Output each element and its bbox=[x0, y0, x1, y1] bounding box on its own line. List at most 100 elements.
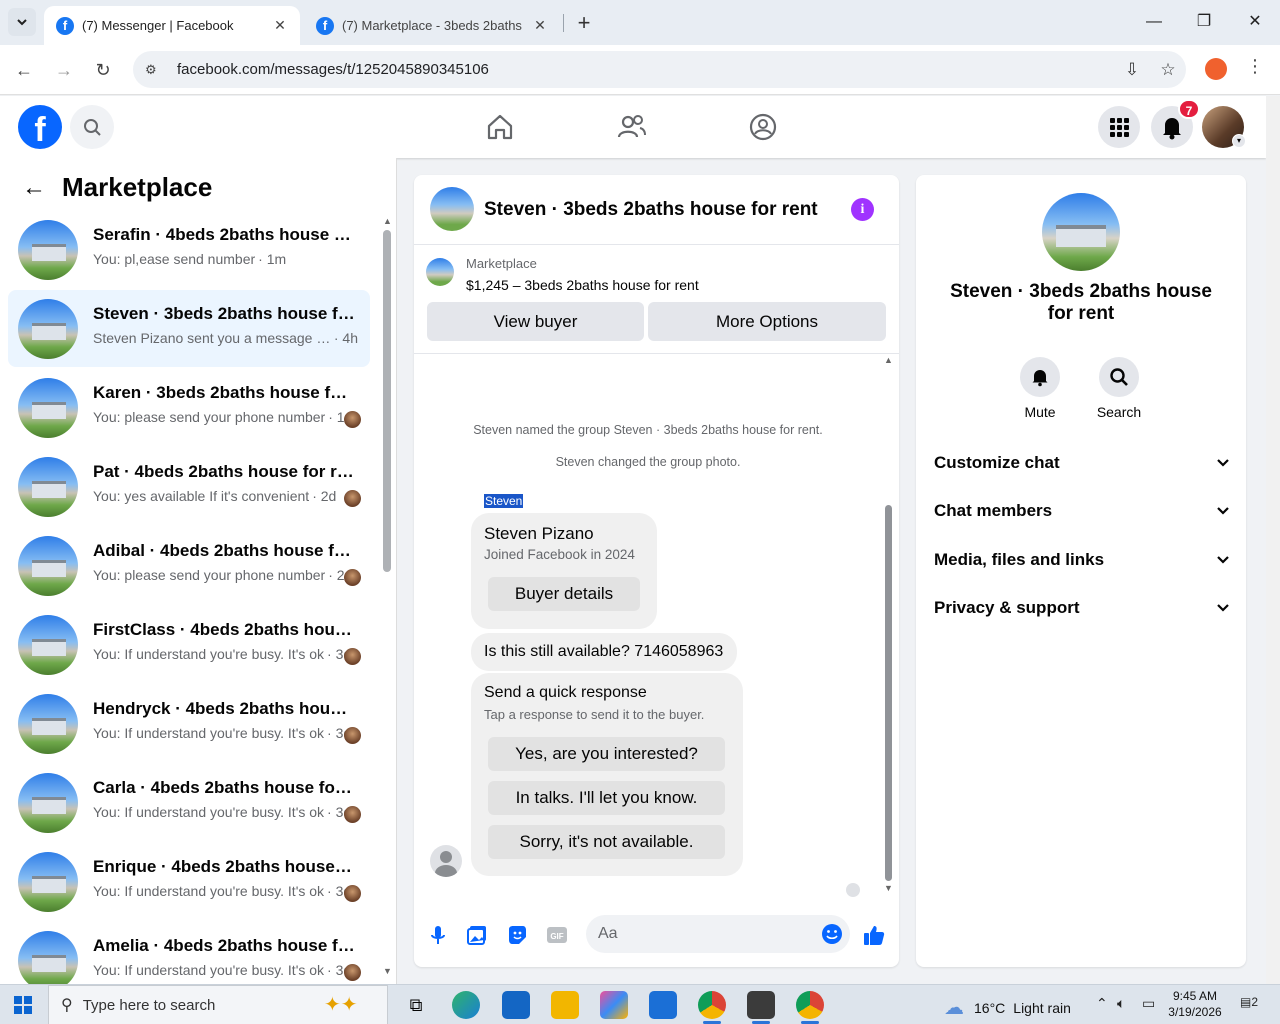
sender-avatar[interactable] bbox=[430, 845, 462, 877]
chrome-icon[interactable] bbox=[698, 991, 726, 1019]
message-input[interactable] bbox=[598, 915, 798, 953]
quick-response-title: Send a quick response bbox=[484, 684, 647, 701]
emoji-icon bbox=[822, 924, 842, 944]
clock-date: 3/19/2026 bbox=[1168, 1005, 1222, 1019]
edge-icon[interactable] bbox=[452, 991, 480, 1019]
customize-chat-section[interactable]: Customize chat bbox=[934, 445, 1230, 481]
store-icon[interactable] bbox=[649, 991, 677, 1019]
sidebar-scrollbar[interactable]: ▲ ▼ bbox=[383, 216, 392, 978]
sticky-notes-icon[interactable] bbox=[747, 991, 775, 1019]
listing-thumbnail[interactable] bbox=[426, 258, 454, 286]
tab-close-icon[interactable]: ✕ bbox=[532, 17, 548, 34]
listing-price-title[interactable]: $1,245 – 3beds 2baths house for rent bbox=[466, 277, 699, 293]
groups-nav-button[interactable] bbox=[742, 106, 784, 148]
mute-action[interactable]: Mute bbox=[1010, 357, 1070, 420]
minimize-button[interactable]: — bbox=[1131, 8, 1177, 36]
system-clock[interactable]: 9:45 AM 3/19/2026 bbox=[1160, 988, 1230, 1020]
page-scrollbar[interactable] bbox=[1266, 96, 1280, 984]
gif-button[interactable]: GIF bbox=[545, 923, 569, 947]
tab-search-button[interactable] bbox=[8, 8, 36, 36]
view-buyer-button[interactable]: View buyer bbox=[427, 302, 644, 341]
tab-messenger[interactable]: f (7) Messenger | Facebook ✕ bbox=[44, 6, 300, 45]
install-app-icon[interactable]: ⇩ bbox=[1114, 60, 1150, 80]
menu-grid-button[interactable] bbox=[1098, 106, 1140, 148]
privacy-support-section[interactable]: Privacy & support bbox=[934, 590, 1230, 626]
chat-scroll-thumb[interactable] bbox=[885, 505, 892, 881]
tab-title: (7) Messenger | Facebook bbox=[82, 18, 234, 33]
chat-members-section[interactable]: Chat members bbox=[934, 493, 1230, 529]
new-tab-button[interactable]: + bbox=[572, 10, 596, 36]
conversation-preview: You: please send your phone number · 1d bbox=[93, 409, 358, 425]
like-button[interactable] bbox=[862, 923, 886, 947]
more-options-button[interactable]: More Options bbox=[648, 302, 886, 341]
tab-marketplace[interactable]: f (7) Marketplace - 3beds 2baths ✕ bbox=[304, 6, 560, 45]
home-nav-button[interactable] bbox=[479, 106, 521, 148]
message-bubble[interactable]: Is this still available? 7146058963 bbox=[471, 633, 737, 671]
facebook-search-button[interactable] bbox=[70, 105, 114, 149]
buyer-details-button[interactable]: Buyer details bbox=[488, 577, 640, 611]
task-view-icon[interactable]: ⧉ bbox=[402, 991, 430, 1019]
omnibox[interactable]: ⚙ facebook.com/messages/t/12520458903451… bbox=[133, 51, 1186, 88]
conversation-item[interactable]: FirstClass · 4beds 2baths house for rent… bbox=[8, 606, 370, 683]
sidebar-scroll-thumb[interactable] bbox=[383, 230, 391, 572]
conversation-item[interactable]: Enrique · 4beds 2baths house for rent You… bbox=[8, 843, 370, 920]
search-action[interactable]: Search bbox=[1089, 357, 1149, 420]
start-button[interactable] bbox=[14, 996, 32, 1014]
back-button[interactable]: ← bbox=[10, 56, 38, 84]
conversation-item[interactable]: Steven · 3beds 2baths house for rent Stev… bbox=[8, 290, 370, 367]
chat-scrollbar[interactable]: ▲ ▼ bbox=[884, 355, 893, 893]
sticker-button[interactable] bbox=[505, 923, 529, 947]
emoji-button[interactable] bbox=[821, 923, 843, 948]
file-explorer-icon[interactable] bbox=[551, 991, 579, 1019]
volume-icon[interactable]: 🔈︎ bbox=[1117, 995, 1125, 1012]
taskbar-search[interactable]: ⚲ Type here to search ✦✦ bbox=[48, 985, 388, 1024]
account-chevron-icon[interactable]: ▾ bbox=[1232, 134, 1246, 148]
chrome-profile-icon[interactable] bbox=[796, 991, 824, 1019]
reload-button[interactable]: ↻ bbox=[89, 56, 117, 84]
close-window-button[interactable]: ✕ bbox=[1232, 8, 1278, 36]
network-icon[interactable]: ▭ bbox=[1142, 995, 1155, 1012]
preview-time: · 1m bbox=[258, 251, 287, 267]
notification-center-button[interactable]: ▤2 bbox=[1240, 995, 1258, 1009]
restore-button[interactable]: ❐ bbox=[1181, 8, 1227, 36]
extension-icon[interactable] bbox=[1205, 58, 1227, 80]
weather-widget[interactable]: ☁ 16°C Light rain bbox=[944, 995, 1071, 1020]
chat-title[interactable]: Steven · 3beds 2baths house for rent bbox=[484, 199, 818, 221]
chat-avatar[interactable] bbox=[430, 187, 474, 231]
conversation-item[interactable]: Serafin · 4beds 2baths house for rent You… bbox=[8, 211, 370, 288]
conversation-item[interactable]: Pat · 4beds 2baths house for rent You: ye… bbox=[8, 448, 370, 525]
tray-chevron-icon[interactable]: ⌃ bbox=[1096, 995, 1108, 1012]
browser-menu-icon[interactable]: ⋮ bbox=[1246, 56, 1264, 77]
quick-response-option[interactable]: In talks. I'll let you know. bbox=[488, 781, 725, 815]
conversation-item[interactable]: Amelia · 4beds 2baths house for rent You:… bbox=[8, 922, 370, 984]
bookmark-star-icon[interactable]: ☆ bbox=[1150, 60, 1186, 80]
mute-button[interactable] bbox=[1020, 357, 1060, 397]
friends-nav-button[interactable] bbox=[611, 106, 653, 148]
voice-clip-button[interactable] bbox=[426, 923, 450, 947]
conversation-name: Adibal · 4beds 2baths house for rent bbox=[93, 541, 355, 560]
conversation-item[interactable]: Adibal · 4beds 2baths house for rent You:… bbox=[8, 527, 370, 604]
group-photo[interactable] bbox=[1042, 193, 1120, 271]
info-icon[interactable]: i bbox=[851, 198, 874, 221]
tab-close-icon[interactable]: ✕ bbox=[272, 17, 288, 34]
copilot-icon[interactable] bbox=[600, 991, 628, 1019]
site-settings-icon[interactable]: ⚙ bbox=[145, 62, 161, 78]
back-arrow-icon[interactable]: ← bbox=[22, 174, 46, 202]
conversation-name: Carla · 4beds 2baths house for rent bbox=[93, 778, 355, 797]
conversation-item[interactable]: Hendryck · 4beds 2baths house for rent Yo… bbox=[8, 685, 370, 762]
quick-response-option[interactable]: Yes, are you interested? bbox=[488, 737, 725, 771]
facebook-logo-icon[interactable]: f bbox=[18, 105, 62, 149]
media-files-links-section[interactable]: Media, files and links bbox=[934, 542, 1230, 578]
outlook-icon[interactable] bbox=[502, 991, 530, 1019]
system-message: Steven named the group Steven · 3beds 2b… bbox=[473, 423, 823, 437]
sticker-icon bbox=[509, 926, 526, 944]
attach-photo-button[interactable] bbox=[465, 923, 489, 947]
conversation-name: Hendryck · 4beds 2baths house for rent bbox=[93, 699, 355, 718]
search-in-chat-button[interactable] bbox=[1099, 357, 1139, 397]
forward-button[interactable]: → bbox=[50, 56, 78, 84]
conversation-item[interactable]: Carla · 4beds 2baths house for rent You: … bbox=[8, 764, 370, 841]
bell-icon bbox=[1032, 370, 1048, 387]
url-text[interactable]: facebook.com/messages/t/1252045890345106 bbox=[177, 61, 1114, 78]
conversation-item[interactable]: Karen · 3beds 2baths house for rent You: … bbox=[8, 369, 370, 446]
quick-response-option[interactable]: Sorry, it's not available. bbox=[488, 825, 725, 859]
